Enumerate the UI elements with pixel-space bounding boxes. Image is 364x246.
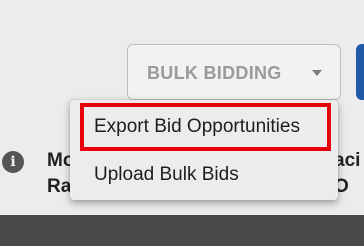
bottom-dark-band <box>0 215 364 246</box>
info-icon[interactable]: i <box>2 151 24 173</box>
row-text-partial: Ra <box>47 176 72 197</box>
menu-item-label: Upload Bulk Bids <box>94 164 239 185</box>
chevron-down-icon <box>312 70 322 76</box>
menu-item-upload-bulk-bids[interactable]: Upload Bulk Bids <box>70 152 338 197</box>
highlight-box <box>80 103 331 151</box>
bulk-bidding-label: BULK BIDDING <box>147 63 282 83</box>
bulk-bidding-dropdown-button[interactable]: BULK BIDDING <box>127 44 341 100</box>
primary-action-button-edge[interactable] <box>356 44 364 100</box>
